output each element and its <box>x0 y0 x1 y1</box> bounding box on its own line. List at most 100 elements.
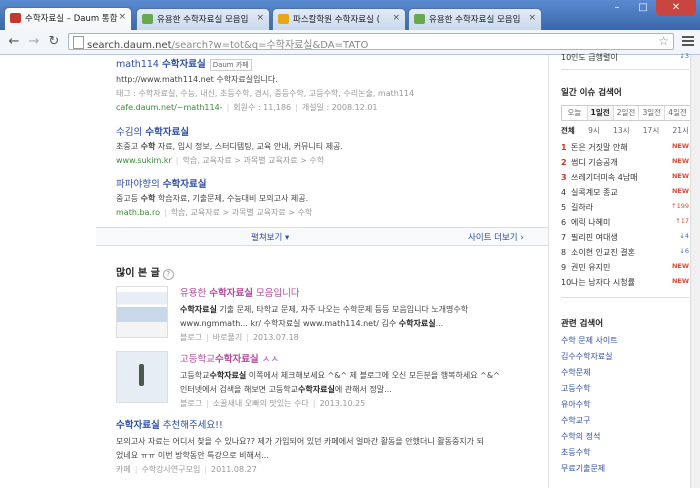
close-window-button[interactable]: ✕ <box>656 0 696 16</box>
close-tab-icon[interactable]: × <box>528 13 536 23</box>
rank-item[interactable]: 7 필리핀 여대생 ↓4 <box>561 232 689 244</box>
result-meta: cafe.daum.net/~math114- | 회원수 : 11,186 | 개설일… <box>116 103 378 112</box>
hour-13[interactable]: 13시 <box>613 125 629 136</box>
tab-2-days-ago[interactable]: 2일전 <box>614 106 640 120</box>
hour-21[interactable]: 21시 <box>673 125 689 136</box>
result-desc: http://www.math114.net 수학자료실입니다. <box>116 75 278 84</box>
window-controls: – □ ✕ <box>604 0 696 18</box>
rank-item[interactable]: 9 권민 유지민 NEW <box>561 262 689 274</box>
popular-post-3: 수학자료실 추천해주세요!! 모의고사 자료는 어디서 찾을 수 있나요?? 제… <box>116 417 536 475</box>
result-desc: 초중고 수학 자료, 입시 정보, 스터디템팅, 교육 안내, 커뮤니티 제공. <box>116 142 343 151</box>
rank-item[interactable]: 5 길하라 ↑199 <box>561 202 689 214</box>
blog-favicon-icon <box>414 14 425 24</box>
rank-item[interactable]: 3 쓰레기더미속 4남매 NEW <box>561 172 689 184</box>
post-title-link[interactable]: 고등학교수학자료실 ㅅㅅ <box>180 351 540 365</box>
right-sidebar: 10인도 급행렬이 ↓3 일간 이슈 검색어 오늘 1일전 2일전 3일전 4일전… <box>549 52 700 488</box>
more-bar: 펼쳐보기 ▾ 사이트 더보기 › <box>96 227 548 246</box>
result-url[interactable]: math.ba.ro <box>116 208 160 217</box>
related-link[interactable]: 수학교구 <box>561 415 590 426</box>
result-url[interactable]: www.sukim.kr <box>116 156 172 165</box>
related-link[interactable]: 유아수학 <box>561 399 590 410</box>
site-result-1: math114 수학자료실 Daum 카페 http://www.math114.… <box>116 56 536 113</box>
tab-3-days-ago[interactable]: 3일전 <box>639 106 666 120</box>
post-meta: 블로그 | 소꿀새내 오빠의 맛있는 수다 | 2013.10.25 <box>180 399 366 408</box>
hour-17[interactable]: 17시 <box>643 125 659 136</box>
page-scrollbar[interactable] <box>690 55 700 488</box>
daum-cafe-badge: Daum 카페 <box>209 59 252 71</box>
rank-item[interactable]: 6 에릭 나혜미 ↑17 <box>561 217 689 229</box>
browser-tab-2[interactable]: 유용한 수학자료실 모음입 × <box>136 8 270 30</box>
related-search-heading: 관련 검색어 <box>561 319 604 329</box>
post-meta: 블로그 | 바로풀기 | 2013.07.18 <box>180 333 299 342</box>
post-snippet: 고등학교수학자료실 이쪽에서 체크해보세요 ^&^ 제 블로그에 오신 모든분을… <box>180 371 500 380</box>
page-content: math114 수학자료실 Daum 카페 http://www.math114.… <box>0 52 700 488</box>
post-title-link[interactable]: 수학자료실 추천해주세요!! <box>116 417 536 431</box>
tab-title: 유용한 수학자료실 모음입 <box>429 15 521 25</box>
bookmark-star-icon[interactable]: ☆ <box>658 34 669 48</box>
related-link[interactable]: 초등수학 <box>561 447 590 458</box>
hour-filter: 전체 9시 13시 17시 21시 <box>561 125 689 136</box>
maximize-button[interactable]: □ <box>630 0 656 16</box>
result-tags: 태그 : 수학자료실, 수능, 내신, 초등수학, 경시, 중등수학, 고등수학… <box>116 89 415 98</box>
main-results-column: math114 수학자료실 Daum 카페 http://www.math114.… <box>96 55 549 488</box>
more-sites-link[interactable]: 사이트 더보기 › <box>468 231 524 243</box>
address-url: search.daum.net/search?w=tot&q=수학자료실&DA=… <box>87 40 369 51</box>
browser-menu-icon[interactable] <box>682 36 694 48</box>
close-tab-icon[interactable]: × <box>392 13 400 23</box>
result-title-link[interactable]: math114 수학자료실 Daum 카페 <box>116 56 536 71</box>
tab-1-day-ago[interactable]: 1일전 <box>587 106 614 120</box>
period-tabs: 오늘 1일전 2일전 3일전 4일전 <box>561 105 691 121</box>
close-tab-icon[interactable]: × <box>118 12 126 22</box>
rank-item[interactable]: 1 돈은 거짓말 안해 NEW <box>561 142 689 154</box>
result-title-link[interactable]: 수김의 수학자료실 <box>116 124 536 138</box>
post-snippet: 모의고사 자료는 어디서 찾을 수 있나요?? 제가 가입되어 있던 카페에서 … <box>116 437 484 446</box>
minimize-button[interactable]: – <box>604 0 630 16</box>
post-thumbnail[interactable] <box>116 286 168 338</box>
tab-title: 파스칼학원 수학자료실 ( <box>293 15 380 25</box>
post-meta: 카페 | 수학강사연구모임 | 2011.08.27 <box>116 465 257 474</box>
rank-item[interactable]: 4 실콕계모 종교 NEW <box>561 187 689 199</box>
post-author-link[interactable]: 바로풀기 <box>213 333 242 342</box>
post-snippet: 인터넷에서 검색을 해보면 고등학교수학자료실에 관해서 정말... <box>180 385 392 394</box>
tab-4-days-ago[interactable]: 4일전 <box>665 106 690 120</box>
related-link[interactable]: 김수수학자료실 <box>561 351 613 362</box>
expand-button[interactable]: 펼쳐보기 ▾ <box>251 231 289 243</box>
related-link[interactable]: 고등수학 <box>561 383 590 394</box>
related-link[interactable]: 수학의 정석 <box>561 431 600 442</box>
result-title-link[interactable]: 파파야향의 수학자료실 <box>116 176 536 190</box>
divider <box>561 297 689 298</box>
divider <box>561 69 689 70</box>
post-title-link[interactable]: 유용한 수학자료실 모음입니다 <box>180 285 540 299</box>
rank-item[interactable]: 10나는 남자다 시청률 NEW <box>561 277 689 289</box>
site-result-3: 파파야향의 수학자료실 중고등 수학 학습자료, 기출문제, 수능대비 모의고사… <box>116 176 536 218</box>
browser-tab-1[interactable]: 수학자료실 – Daum 통합 × <box>4 7 132 31</box>
page-icon <box>73 36 84 49</box>
tab-today[interactable]: 오늘 <box>562 106 588 120</box>
browser-tab-4[interactable]: 유용한 수학자료실 모음입 × <box>408 8 542 30</box>
related-link[interactable]: 수학문제 <box>561 367 590 378</box>
post-author-link[interactable]: 소꿀새내 오빠의 맛있는 수다 <box>213 399 309 408</box>
forward-button[interactable]: → <box>26 34 42 50</box>
result-desc: 중고등 수학 학습자료, 기출문제, 수능대비 모의고사 제공. <box>116 194 309 203</box>
post-thumbnail[interactable] <box>116 351 168 403</box>
related-link[interactable]: 무료기출문제 <box>561 463 605 474</box>
related-link[interactable]: 수학 문제 사이트 <box>561 335 618 346</box>
browser-tab-3[interactable]: 파스칼학원 수학자료실 ( × <box>272 8 406 30</box>
post-author-link[interactable]: 수학강사연구모임 <box>141 465 200 474</box>
site-favicon-icon <box>278 14 289 24</box>
address-bar[interactable]: search.daum.net/search?w=tot&q=수학자료실&DA=… <box>68 33 674 51</box>
rank-item[interactable]: 2 썸디 기승공개 NEW <box>561 157 689 169</box>
hour-all[interactable]: 전체 <box>561 125 575 136</box>
tab-title: 수학자료실 – Daum 통합 <box>25 14 118 24</box>
reload-button[interactable]: ↻ <box>46 34 62 50</box>
popular-post-1: 유용한 수학자료실 모음입니다 수학자료실 기출 문제, 타학교 문제, 자주 … <box>180 285 540 343</box>
back-button[interactable]: ← <box>6 34 22 50</box>
result-url[interactable]: cafe.daum.net/~math114- <box>116 103 223 112</box>
close-tab-icon[interactable]: × <box>256 13 264 23</box>
daily-issue-heading: 일간 이슈 검색어 <box>561 88 622 98</box>
hour-9[interactable]: 9시 <box>588 125 600 136</box>
rank-item[interactable]: 8 소이현 인교진 결혼 ↓6 <box>561 247 689 259</box>
help-icon[interactable]: ? <box>162 269 174 280</box>
rank-item[interactable]: 10인도 급행렬이 ↓3 <box>561 52 689 64</box>
browser-tab-strip: 수학자료실 – Daum 통합 × 유용한 수학자료실 모음입 × 파스칼학원 … <box>0 0 700 31</box>
